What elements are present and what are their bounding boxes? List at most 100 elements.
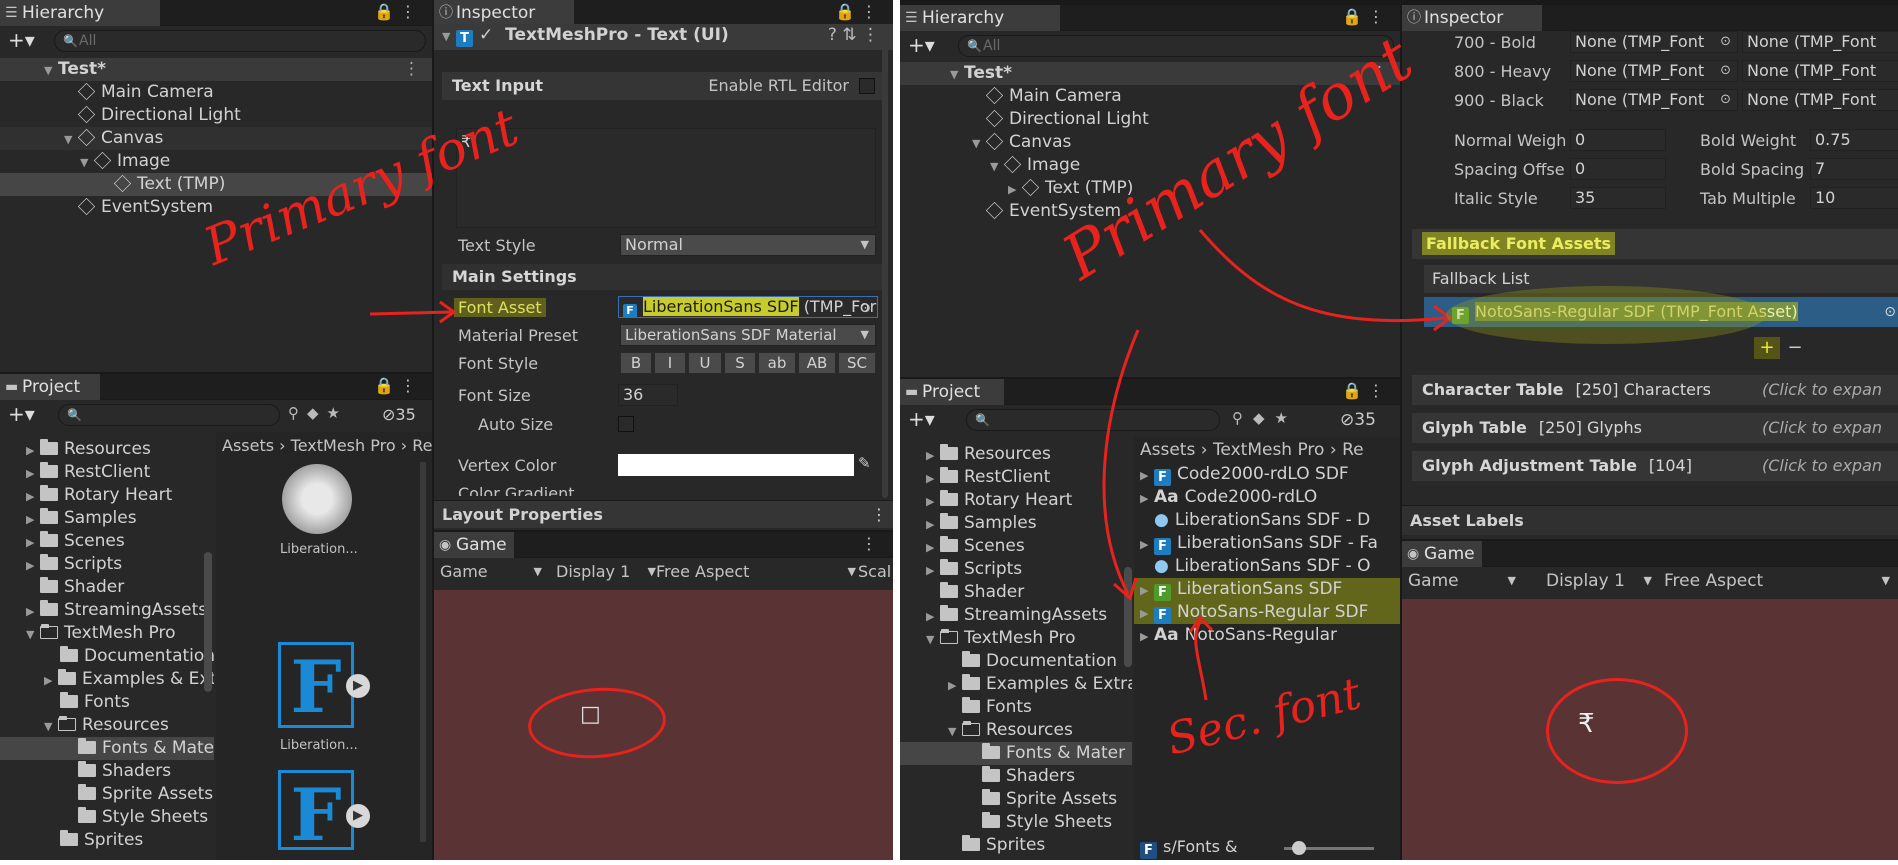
collapse-arrow-icon[interactable]: ▼ (64, 128, 78, 151)
scene-row[interactable]: ▼ Test* ⋮ (0, 58, 432, 81)
scene-menu-icon[interactable]: ⋮ (403, 58, 420, 81)
hidden-count[interactable]: ⊘35 (382, 405, 416, 424)
font-atlas-thumbnail[interactable] (282, 464, 352, 534)
tree-item[interactable]: Shader (0, 576, 214, 599)
strikethrough-button[interactable]: S (724, 352, 756, 374)
object-picker-icon[interactable]: ⊙ (860, 299, 871, 317)
tree-item[interactable]: Sprite Assets (0, 783, 214, 806)
tree-item[interactable]: ▶ RestClient (0, 461, 214, 484)
collapse-arrow-icon[interactable]: ▼ (44, 59, 58, 82)
vertex-color-field[interactable] (618, 454, 854, 476)
tree-item-selected[interactable]: Fonts & Mater (900, 742, 1132, 765)
filter-icons[interactable]: ⚲◆★ (288, 404, 348, 422)
game-tab[interactable]: ◉ Game (434, 532, 514, 558)
hierarchy-search-input[interactable]: 🔍 All (958, 35, 1394, 57)
scale-slider[interactable]: Scal (858, 562, 891, 581)
display-dropdown[interactable]: Display 1 ▼ (556, 562, 656, 581)
font-asset-icon[interactable]: F (278, 642, 354, 729)
add-icon[interactable]: +▾ (908, 33, 935, 57)
tree-item[interactable]: ▶ Scripts (0, 553, 214, 576)
hierarchy-item[interactable]: ▼ Canvas (0, 127, 432, 150)
tree-item[interactable]: Sprites (900, 834, 1132, 857)
weight-regular-field[interactable]: None (TMP_Font ⊙ (1570, 89, 1738, 111)
character-table-header[interactable]: Character Table [250] Characters (Click to… (1412, 375, 1898, 405)
hierarchy-item[interactable]: Main Camera (0, 81, 432, 104)
asset-item[interactable]: ▶ Aa Code2000-rdLO (1134, 486, 1400, 509)
add-icon[interactable]: +▾ (908, 407, 935, 431)
display-dropdown[interactable]: Display 1 ▼ (1546, 571, 1652, 591)
component-header[interactable]: ▼ T ✓ TextMeshPro - Text (UI) ? ⇅ ⋮ (434, 24, 893, 50)
game-mode-dropdown[interactable]: Game ▼ (440, 562, 544, 581)
collapse-arrow-icon[interactable]: ▶ (1008, 178, 1022, 201)
bold-spacing-field[interactable]: 7 (1810, 158, 1898, 180)
tree-item[interactable]: Shaders (900, 765, 1132, 788)
zoom-slider-thumb[interactable] (1292, 841, 1306, 855)
tree-item[interactable]: Shaders (0, 760, 214, 783)
inspector-tab[interactable]: ⓘ Inspector (1402, 5, 1542, 31)
hierarchy-tab[interactable]: ☰ Hierarchy (900, 5, 1060, 31)
bold-button[interactable]: B (620, 352, 652, 374)
object-picker-icon[interactable]: ⊙ (1884, 297, 1896, 327)
fallback-font-assets-header[interactable]: Fallback Font Assets (1412, 229, 1898, 259)
weight-italic-field[interactable]: None (TMP_Font (1742, 60, 1898, 82)
tree-item[interactable]: Sprite Assets (900, 788, 1132, 811)
component-menu-icon[interactable]: ? ⇅ ⋮ (828, 24, 879, 47)
tree-item[interactable]: ▶ StreamingAssets (900, 604, 1132, 627)
normal-weight-field[interactable]: 0 (1570, 129, 1666, 151)
italic-style-field[interactable]: 35 (1570, 187, 1666, 209)
glyph-table-header[interactable]: Glyph Table [250] Glyphs (Click to expan (1412, 413, 1898, 443)
spacing-offset-field[interactable]: 0 (1570, 158, 1666, 180)
aspect-dropdown[interactable]: Free Aspect ▼ (1664, 571, 1894, 591)
tree-item[interactable]: Shader (900, 581, 1132, 604)
asset-item-highlighted[interactable]: ▶ F LiberationSans SDF (1134, 578, 1400, 601)
tree-item[interactable]: ▼ TextMesh Pro (900, 627, 1132, 650)
collapse-arrow-icon[interactable]: ▼ (442, 25, 456, 48)
auto-size-checkbox[interactable] (618, 416, 634, 432)
tree-item[interactable]: ▼ Resources (900, 719, 1132, 742)
tree-item[interactable]: Style Sheets (0, 806, 214, 829)
collapse-arrow-icon[interactable]: ▼ (972, 132, 986, 155)
asset-labels-header[interactable]: Asset Labels (1402, 505, 1898, 535)
play-icon[interactable]: ▶ (346, 804, 370, 828)
weight-regular-field[interactable]: None (TMP_Font ⊙ (1570, 31, 1738, 53)
rtl-checkbox[interactable] (859, 78, 875, 94)
collapse-arrow-icon[interactable]: ▼ (950, 63, 964, 86)
weight-italic-field[interactable]: None (TMP_Font (1742, 31, 1898, 53)
panel-menu-icon[interactable]: 🔒⋮ (374, 2, 422, 21)
game-tab[interactable]: ◉ Game (1402, 541, 1482, 567)
tree-item[interactable]: ▶Examples & Extra (900, 673, 1132, 696)
hierarchy-search-input[interactable]: 🔍 All (54, 30, 426, 52)
tree-item[interactable]: Fonts (900, 696, 1132, 719)
grid-scrollbar[interactable] (420, 462, 426, 842)
font-size-field[interactable]: 36 (618, 384, 678, 406)
uppercase-button[interactable]: AB (798, 352, 836, 374)
scrollbar[interactable] (882, 28, 888, 498)
collapse-arrow-icon[interactable]: ▼ (990, 155, 1004, 178)
tree-item[interactable]: ▶Examples & Extra (0, 668, 214, 691)
material-preset-dropdown[interactable]: LiberationSans SDF Material ▼ (620, 324, 876, 346)
tree-item[interactable]: Style Sheets (900, 811, 1132, 834)
filter-icons[interactable]: ⚲◆★ (1232, 409, 1298, 427)
menu-icon[interactable]: ⋮ (871, 501, 887, 529)
text-style-dropdown[interactable]: Normal ▼ (620, 234, 876, 256)
tree-item[interactable]: ▶ Scenes (900, 535, 1132, 558)
tree-item[interactable]: ▶ Resources (0, 438, 214, 461)
tree-item[interactable]: Documentation (0, 645, 214, 668)
layout-properties-header[interactable]: Layout Properties ⋮ (434, 500, 893, 528)
tree-item[interactable]: ▶ StreamingAssets (0, 599, 214, 622)
aspect-dropdown[interactable]: Free Aspect ▼ (656, 562, 856, 581)
collapse-arrow-icon[interactable]: ▼ (80, 151, 94, 174)
tree-item[interactable]: Documentation (900, 650, 1132, 673)
tree-item[interactable]: ▶ Rotary Heart (900, 489, 1132, 512)
hidden-count[interactable]: ⊘35 (1340, 410, 1376, 430)
project-tab[interactable]: ▬ Project (0, 374, 100, 400)
project-tab[interactable]: ▬ Project (900, 379, 1004, 405)
bold-weight-field[interactable]: 0.75 (1810, 129, 1898, 151)
panel-menu-icon[interactable]: ⋮ (861, 534, 883, 553)
tree-item[interactable]: ▼ Resources (0, 714, 214, 737)
panel-menu-icon[interactable]: 🔒⋮ (1342, 381, 1390, 400)
add-icon[interactable]: +▾ (8, 28, 35, 52)
panel-menu-icon[interactable]: 🔒⋮ (374, 376, 422, 395)
weight-italic-field[interactable]: None (TMP_Font (1742, 89, 1898, 111)
font-asset-field[interactable]: F LiberationSans SDF (TMP_For ⊙ (618, 296, 878, 318)
